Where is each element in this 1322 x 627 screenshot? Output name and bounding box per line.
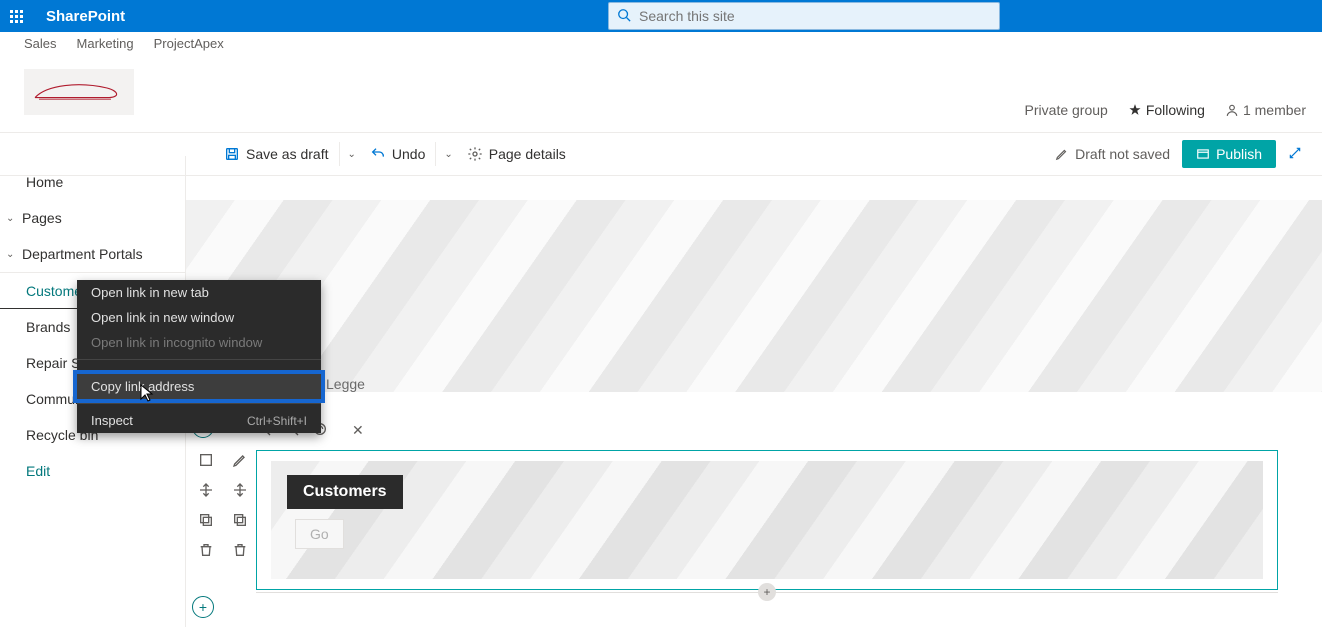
- app-name: SharePoint: [46, 8, 125, 25]
- site-header: Private group Following 1 member: [0, 52, 1322, 132]
- ctx-inspect-shortcut: Ctrl+Shift+I: [247, 414, 307, 428]
- gear-icon: [467, 146, 483, 162]
- hub-link-projectapex[interactable]: ProjectApex: [154, 36, 224, 52]
- site-logo[interactable]: [24, 69, 134, 115]
- section-divider: +: [256, 592, 1278, 608]
- duplicate-section-icon[interactable]: [196, 510, 216, 530]
- members-link[interactable]: 1 member: [1225, 102, 1306, 118]
- webpart-preview: Customers Go: [271, 461, 1263, 579]
- go-button[interactable]: Go: [295, 519, 344, 549]
- search-icon: [617, 8, 631, 25]
- publish-icon: [1196, 147, 1210, 161]
- nav-edit-link[interactable]: Edit: [0, 453, 185, 489]
- ctx-open-new-window[interactable]: Open link in new window: [77, 305, 321, 330]
- expand-icon[interactable]: [1288, 146, 1302, 163]
- undo-icon: [370, 146, 386, 162]
- following-toggle[interactable]: Following: [1128, 102, 1205, 118]
- move-webpart-icon[interactable]: [230, 480, 250, 500]
- chevron-down-icon: ⌄: [6, 249, 22, 260]
- page-details-button[interactable]: Page details: [459, 138, 574, 170]
- move-section-icon[interactable]: [196, 480, 216, 500]
- duplicate-webpart-icon[interactable]: [230, 510, 250, 530]
- app-launcher-icon[interactable]: [0, 0, 32, 32]
- add-webpart-button[interactable]: +: [758, 583, 776, 601]
- nav-pages[interactable]: ⌄Pages: [0, 200, 185, 236]
- webpart-toolbox: [226, 450, 254, 560]
- suite-header: SharePoint: [0, 0, 1322, 32]
- pencil-icon: [1055, 147, 1069, 161]
- section-toolbox: [192, 450, 220, 560]
- star-icon: [1128, 103, 1142, 117]
- ctx-open-new-tab[interactable]: Open link in new tab: [77, 280, 321, 305]
- webpart-title: Customers: [287, 475, 403, 509]
- nav-department-portals[interactable]: ⌄Department Portals: [0, 236, 185, 272]
- save-icon: [224, 146, 240, 162]
- add-section-bottom-button[interactable]: +: [192, 596, 214, 618]
- edit-webpart-icon[interactable]: [230, 450, 250, 470]
- hero-area[interactable]: Legge: [186, 200, 1322, 392]
- undo-chevron-icon[interactable]: ⌄: [438, 149, 458, 160]
- delete-webpart-icon[interactable]: [230, 540, 250, 560]
- save-draft-chevron-icon[interactable]: ⌄: [342, 149, 362, 160]
- draft-status: Draft not saved: [1055, 146, 1170, 162]
- command-bar: Save as draft ⌄ Undo ⌄ Page details Draf…: [0, 132, 1322, 176]
- save-draft-button[interactable]: Save as draft: [216, 138, 337, 170]
- delete-section-icon[interactable]: [196, 540, 216, 560]
- ctx-inspect[interactable]: Inspect Ctrl+Shift+I: [77, 408, 321, 433]
- publish-button[interactable]: Publish: [1182, 140, 1276, 168]
- hub-link-sales[interactable]: Sales: [24, 36, 57, 52]
- person-icon: [1225, 103, 1239, 117]
- chevron-down-icon: ⌄: [6, 213, 22, 224]
- ctx-open-incognito: Open link in incognito window: [77, 330, 321, 355]
- group-privacy: Private group: [1025, 102, 1108, 118]
- webpart-frame[interactable]: Customers Go: [256, 450, 1278, 590]
- ctx-copy-link-address[interactable]: Copy link address: [73, 370, 325, 403]
- hub-nav: Sales Marketing ProjectApex: [0, 32, 1322, 52]
- undo-button[interactable]: Undo: [362, 138, 433, 170]
- nav-home[interactable]: Home: [0, 164, 185, 200]
- edit-section-icon[interactable]: [196, 450, 216, 470]
- search-box[interactable]: [608, 2, 1000, 30]
- context-menu: Open link in new tab Open link in new wi…: [77, 280, 321, 433]
- search-input[interactable]: [639, 8, 999, 24]
- close-icon[interactable]: ✕: [352, 422, 364, 439]
- page-canvas: Legge + + ✕ Customers Go +: [186, 200, 1322, 627]
- hub-link-marketing[interactable]: Marketing: [77, 36, 134, 52]
- author-name-fragment: Legge: [326, 376, 365, 392]
